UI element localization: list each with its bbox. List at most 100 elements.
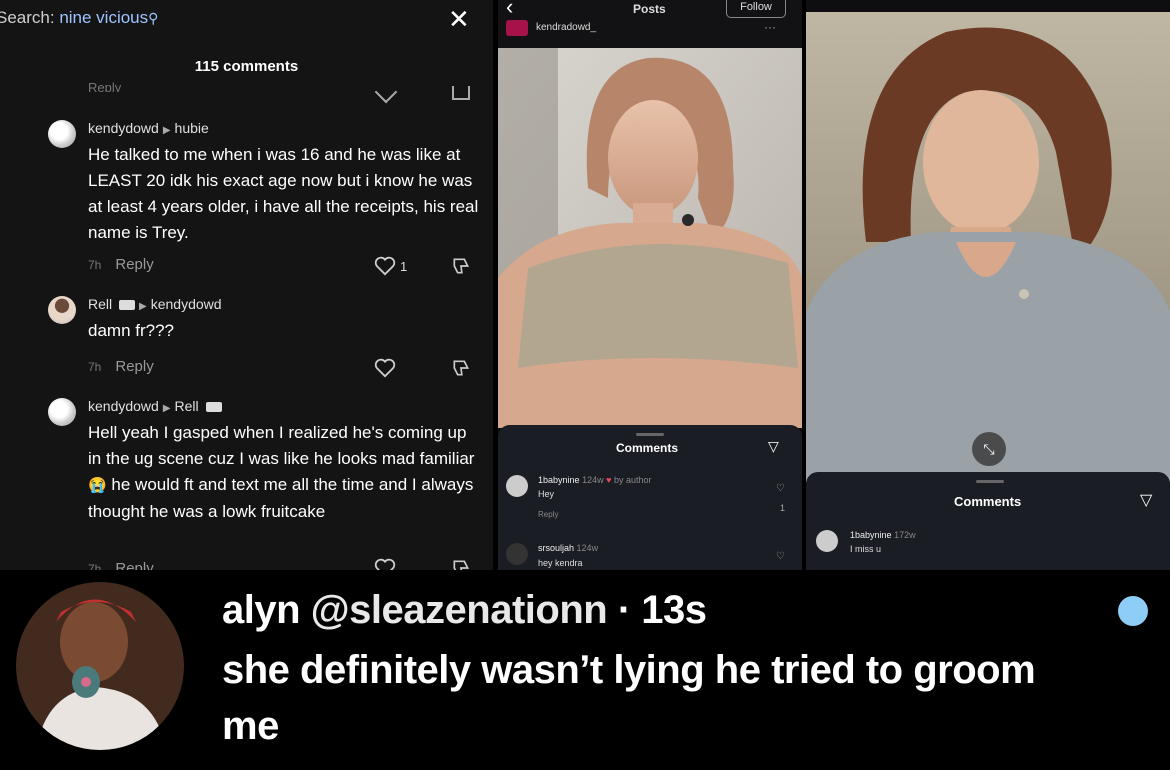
comment-time: 7h [88,562,102,570]
comment-meta: kendydowd ▶ Rell [88,398,222,414]
comment-text: hey kendra [538,558,583,568]
avatar[interactable] [816,530,838,552]
drag-handle[interactable] [636,433,664,436]
search-prefix: Search: [0,8,60,27]
comment-author[interactable]: 1babynine [538,475,580,485]
reply-to-user[interactable]: Rell [175,398,199,414]
comment-time: 7h [88,360,102,374]
avatar[interactable] [506,20,528,36]
post-header: ‹ Posts Follow kendradowd_ ··· [498,0,802,48]
comment-text: I miss u [850,544,882,554]
chevron-down-icon[interactable] [374,80,398,104]
avatar[interactable] [48,296,76,324]
like-count: 1 [780,503,786,513]
reply-button[interactable]: Reply [115,560,153,570]
header-title: Posts [633,2,666,16]
comment-meta: Rell ▶ kendydowd [88,296,222,312]
back-arrow-icon[interactable]: ‹ [506,0,513,20]
instagram-photo-panel: ⤡ Comments ▽ 1babynine 172w I miss u [806,0,1170,570]
comment-time: 124w [582,475,604,485]
reply-button[interactable]: Reply [115,256,153,273]
comments-count: 115 comments [194,58,299,75]
search-query: nine vicious [59,8,149,27]
heart-icon[interactable] [374,358,396,378]
close-icon[interactable]: ✕ [448,4,470,34]
tweet-header: alyn @sleazenationn · 13s [222,588,707,633]
reply-button[interactable]: Reply [115,358,153,375]
comment-item: Rell ▶ kendydowd damn fr??? 7h Reply [48,296,488,386]
heart-icon[interactable]: ♡ [776,483,785,494]
comment-meta: srsouljah 124w [538,543,598,553]
comment-item: kendydowd ▶ hubie He talked to me when i w… [48,120,488,280]
more-options-icon[interactable]: ··· [764,20,776,34]
comment-text-part: he would ft and text me all the time and… [88,475,474,521]
user-handle[interactable]: @sleazenationn [311,588,608,632]
tweet-time: · 13s [617,588,707,632]
comments-sheet: Comments ▽ 1babynine 172w I miss u [806,472,1170,570]
search-icon[interactable]: ⚲ [148,10,158,26]
reply-arrow-icon: ▶ [162,125,171,136]
comment-time: 172w [894,530,916,540]
comment-time: 124w [576,543,599,553]
comment-footer: 7h Reply [88,256,154,273]
comment-text: Hell yeah I gasped when I realized he's … [88,420,483,525]
heart-icon[interactable] [374,256,396,276]
crying-emoji: 😭 [88,477,107,494]
reply-to-user[interactable]: hubie [175,120,209,136]
comment-footer: 7h Reply [88,358,154,375]
sheet-title: Comments [954,494,1022,509]
reply-to-user[interactable]: kendydowd [151,296,222,312]
drag-handle[interactable] [976,480,1004,483]
unread-dot-icon [1118,596,1148,626]
dislike-icon[interactable] [451,256,471,276]
tweet: alyn @sleazenationn · 13s she definitely… [0,570,1170,770]
dislike-icon[interactable] [451,558,471,570]
instagram-post-panel: ‹ Posts Follow kendradowd_ ··· Comments … [498,0,802,570]
envelope-icon [119,300,136,311]
send-icon[interactable]: ▽ [1140,490,1152,510]
comments-panel: Search: nine vicious⚲ ✕ 115 comments Rep… [0,0,493,570]
comment-author[interactable]: kendydowd [88,398,159,414]
heart-icon[interactable] [374,558,396,570]
post-photo[interactable] [806,12,1170,482]
comment-text-part: Hell yeah I gasped when I realized he's … [88,423,475,468]
comment-meta: 1babynine 124w ♥ by author [538,475,651,485]
comment-author[interactable]: kendydowd [88,120,159,136]
avatar[interactable] [48,398,76,426]
search-bar[interactable]: Search: nine vicious⚲ [0,8,158,28]
sheet-title: Comments [616,441,679,455]
comment-item: kendydowd ▶ Rell Hell yeah I gasped when I… [48,398,488,570]
expand-icon[interactable]: ⤡ [972,432,1006,466]
comment-meta: kendydowd ▶ hubie [88,120,209,136]
comments-sheet: Comments ▽ 1babynine 124w ♥ by author He… [498,425,802,570]
like-count: 1 [400,259,408,274]
envelope-icon [205,402,222,413]
by-author-badge: ♥ by author [606,475,652,485]
comment-author[interactable]: Rell [88,296,112,312]
comment-time: 7h [88,258,102,272]
post-username[interactable]: kendradowd_ [536,22,596,33]
cutoff-reply-label: Reply [88,80,122,92]
dislike-icon[interactable] [452,86,470,100]
avatar[interactable] [506,475,528,497]
comment-text: damn fr??? [88,321,174,340]
post-photo[interactable] [498,48,802,428]
reply-arrow-icon: ▶ [162,403,171,414]
reply-button[interactable]: Reply [538,510,558,519]
comment-text: Hey [538,489,555,499]
display-name[interactable]: alyn [222,588,301,632]
send-icon[interactable]: ▽ [768,438,779,455]
dislike-icon[interactable] [451,358,471,378]
heart-icon[interactable]: ♡ [776,551,785,562]
comment-meta: 1babynine 172w [850,530,916,540]
avatar[interactable] [16,582,184,750]
reply-arrow-icon: ▶ [139,301,147,312]
comment-author[interactable]: 1babynine [850,530,892,540]
comment-author[interactable]: srsouljah [538,543,574,553]
follow-button[interactable]: Follow [726,0,786,18]
comment-text: He talked to me when i was 16 and he was… [88,145,479,242]
avatar[interactable] [506,543,528,565]
comment-footer: 7h Reply [88,560,154,570]
avatar[interactable] [48,120,76,148]
by-author-label: by author [613,475,652,485]
